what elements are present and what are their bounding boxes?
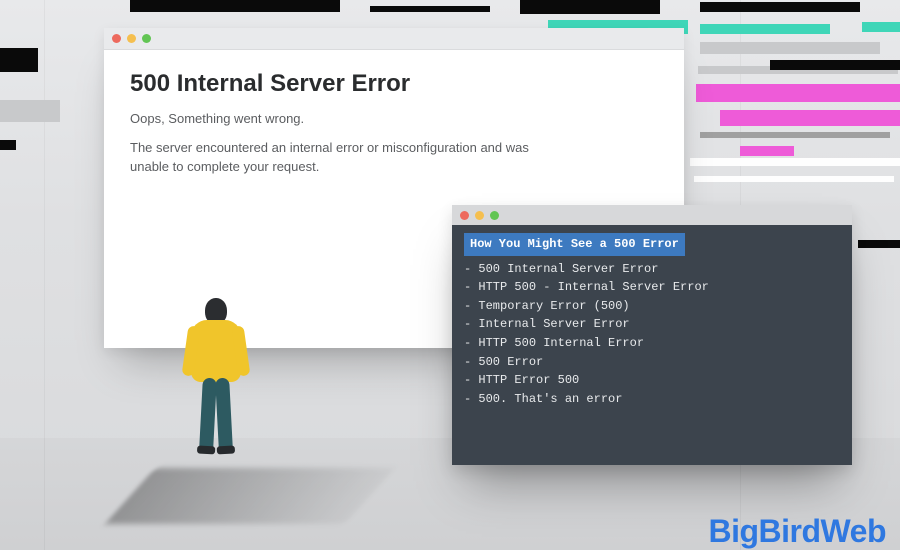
glitch-bar	[700, 42, 880, 54]
error-subheading: Oops, Something went wrong.	[130, 110, 560, 129]
glitch-bar	[520, 0, 660, 14]
list-item: HTTP 500 - Internal Server Error	[464, 278, 840, 297]
window-close-icon[interactable]	[460, 211, 469, 220]
glitch-bar	[130, 0, 340, 12]
glitch-bar	[720, 110, 900, 126]
list-item: HTTP Error 500	[464, 371, 840, 390]
brand-logo: BigBirdWeb	[708, 513, 886, 550]
window-titlebar	[452, 205, 852, 225]
list-item: HTTP 500 Internal Error	[464, 334, 840, 353]
list-item: Internal Server Error	[464, 315, 840, 334]
window-maximize-icon[interactable]	[490, 211, 499, 220]
browser-body: 500 Internal Server Error Oops, Somethin…	[104, 50, 684, 207]
glitch-bar	[770, 60, 900, 70]
terminal-list: 500 Internal Server Error HTTP 500 - Int…	[464, 260, 840, 409]
glitch-bar	[690, 158, 900, 166]
list-item: Temporary Error (500)	[464, 297, 840, 316]
window-titlebar	[104, 28, 684, 50]
person-illustration	[180, 298, 252, 478]
glitch-bar	[700, 24, 830, 34]
terminal-title: How You Might See a 500 Error	[464, 233, 685, 256]
list-item: 500 Internal Server Error	[464, 260, 840, 279]
glitch-bar	[696, 84, 900, 102]
error-body: The server encountered an internal error…	[130, 139, 560, 177]
terminal-body: How You Might See a 500 Error 500 Intern…	[452, 225, 852, 420]
glitch-bar	[700, 2, 860, 12]
glitch-bar	[858, 240, 900, 248]
glitch-bar	[694, 176, 894, 182]
window-minimize-icon[interactable]	[127, 34, 136, 43]
window-maximize-icon[interactable]	[142, 34, 151, 43]
window-minimize-icon[interactable]	[475, 211, 484, 220]
list-item: 500 Error	[464, 353, 840, 372]
glitch-bar	[740, 146, 794, 156]
glitch-bar	[862, 22, 900, 32]
bg-line	[44, 0, 45, 550]
glitch-bar	[370, 6, 490, 12]
terminal-window: How You Might See a 500 Error 500 Intern…	[452, 205, 852, 465]
glitch-bar	[0, 100, 60, 122]
list-item: 500. That's an error	[464, 390, 840, 409]
window-close-icon[interactable]	[112, 34, 121, 43]
glitch-bar	[0, 48, 38, 72]
error-heading: 500 Internal Server Error	[130, 70, 658, 98]
glitch-bar	[700, 132, 890, 138]
glitch-bar	[0, 140, 16, 150]
